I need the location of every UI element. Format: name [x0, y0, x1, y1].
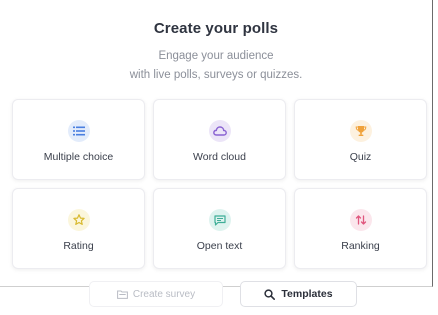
card-label: Multiple choice: [43, 151, 114, 163]
poll-type-quiz[interactable]: Quiz: [294, 99, 427, 180]
folder-icon: [116, 290, 128, 299]
poll-type-grid: Multiple choice Word cloud Quiz Rating O…: [12, 99, 427, 269]
star-icon: [72, 214, 85, 225]
search-icon: [264, 288, 276, 300]
poll-type-word-cloud[interactable]: Word cloud: [153, 99, 286, 180]
templates-button[interactable]: Templates: [240, 281, 357, 307]
card-label: Rating: [63, 240, 94, 252]
create-survey-label: Create survey: [132, 288, 196, 300]
subtitle-line-2: with live polls, surveys or quizzes.: [129, 69, 303, 81]
rating-icon-badge: [67, 209, 90, 231]
card-label: Open text: [196, 240, 243, 252]
poll-type-multiple-choice[interactable]: Multiple choice: [12, 99, 145, 180]
ranking-icon-badge: [349, 209, 372, 231]
page-title: Create your polls: [153, 20, 279, 37]
word-cloud-icon-badge: [208, 120, 231, 142]
poll-type-ranking[interactable]: Ranking: [294, 188, 427, 269]
chat-icon: [213, 214, 226, 226]
sort-arrows-icon: [355, 215, 366, 225]
multiple-choice-icon-badge: [67, 120, 90, 142]
poll-type-rating[interactable]: Rating: [12, 188, 145, 269]
templates-label: Templates: [281, 288, 333, 300]
cloud-icon: [212, 126, 227, 136]
bottom-actions: Create survey Templates: [0, 281, 432, 307]
card-label: Quiz: [349, 151, 372, 163]
trophy-icon: [355, 126, 366, 136]
open-text-icon-badge: [208, 209, 231, 231]
poll-type-open-text[interactable]: Open text: [153, 188, 286, 269]
list-icon: [72, 126, 85, 136]
subtitle-line-1: Engage your audience: [158, 50, 274, 62]
poll-creation-panel: Create your polls Engage your audience w…: [0, 0, 433, 307]
quiz-icon-badge: [349, 120, 372, 142]
create-survey-button[interactable]: Create survey: [89, 281, 223, 307]
card-label: Ranking: [341, 240, 380, 252]
card-label: Word cloud: [193, 151, 246, 163]
